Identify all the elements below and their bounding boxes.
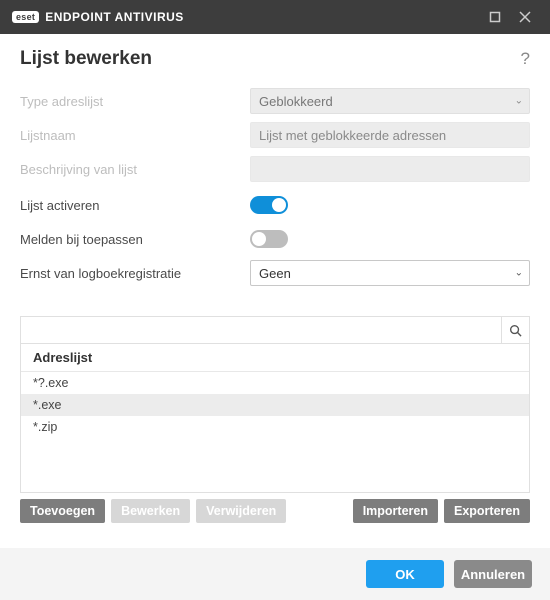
severity-select-value: Geen: [259, 266, 291, 281]
chevron-down-icon: ⌄: [515, 268, 523, 279]
name-input: Lijst met geblokkeerde adressen: [250, 122, 530, 148]
label-activate: Lijst activeren: [20, 198, 250, 213]
severity-select[interactable]: Geen ⌄: [250, 260, 530, 286]
titlebar: eset ENDPOINT ANTIVIRUS: [0, 0, 550, 34]
dialog-footer: OK Annuleren: [0, 548, 550, 600]
square-icon: [489, 11, 501, 23]
list-search-input[interactable]: [21, 317, 501, 343]
type-select-value: Geblokkeerd: [259, 94, 333, 109]
activate-toggle[interactable]: [250, 196, 288, 214]
list-row[interactable]: *.zip: [21, 416, 529, 438]
export-button[interactable]: Exporteren: [444, 499, 530, 523]
help-icon[interactable]: ?: [521, 49, 530, 69]
brand-text: ENDPOINT ANTIVIRUS: [45, 10, 184, 24]
label-desc: Beschrijving van lijst: [20, 162, 250, 177]
brand-badge: eset: [12, 11, 39, 23]
chevron-down-icon: ⌄: [515, 96, 523, 107]
delete-button[interactable]: Verwijderen: [196, 499, 286, 523]
list-row[interactable]: *.exe: [21, 394, 529, 416]
address-list-panel: Adreslijst *?.exe*.exe*.zip: [20, 316, 530, 493]
add-button[interactable]: Toevoegen: [20, 499, 105, 523]
list-header: Adreslijst: [21, 344, 529, 372]
ok-button[interactable]: OK: [366, 560, 444, 588]
cancel-button[interactable]: Annuleren: [454, 560, 532, 588]
label-severity: Ernst van logboekregistratie: [20, 266, 250, 281]
notify-toggle[interactable]: [250, 230, 288, 248]
name-input-value: Lijst met geblokkeerde adressen: [259, 128, 446, 143]
window-maximize-button[interactable]: [480, 2, 510, 32]
label-notify: Melden bij toepassen: [20, 232, 250, 247]
type-select: Geblokkeerd ⌄: [250, 88, 530, 114]
search-icon: [509, 324, 522, 337]
list-row[interactable]: *?.exe: [21, 372, 529, 394]
desc-input: [250, 156, 530, 182]
window-close-button[interactable]: [510, 2, 540, 32]
list-search-button[interactable]: [501, 317, 529, 343]
close-icon: [519, 11, 531, 23]
edit-button[interactable]: Bewerken: [111, 499, 190, 523]
list-body: *?.exe*.exe*.zip: [21, 372, 529, 492]
page-title: Lijst bewerken: [20, 48, 521, 70]
label-type: Type adreslijst: [20, 94, 250, 109]
label-name: Lijstnaam: [20, 128, 250, 143]
import-button[interactable]: Importeren: [353, 499, 438, 523]
